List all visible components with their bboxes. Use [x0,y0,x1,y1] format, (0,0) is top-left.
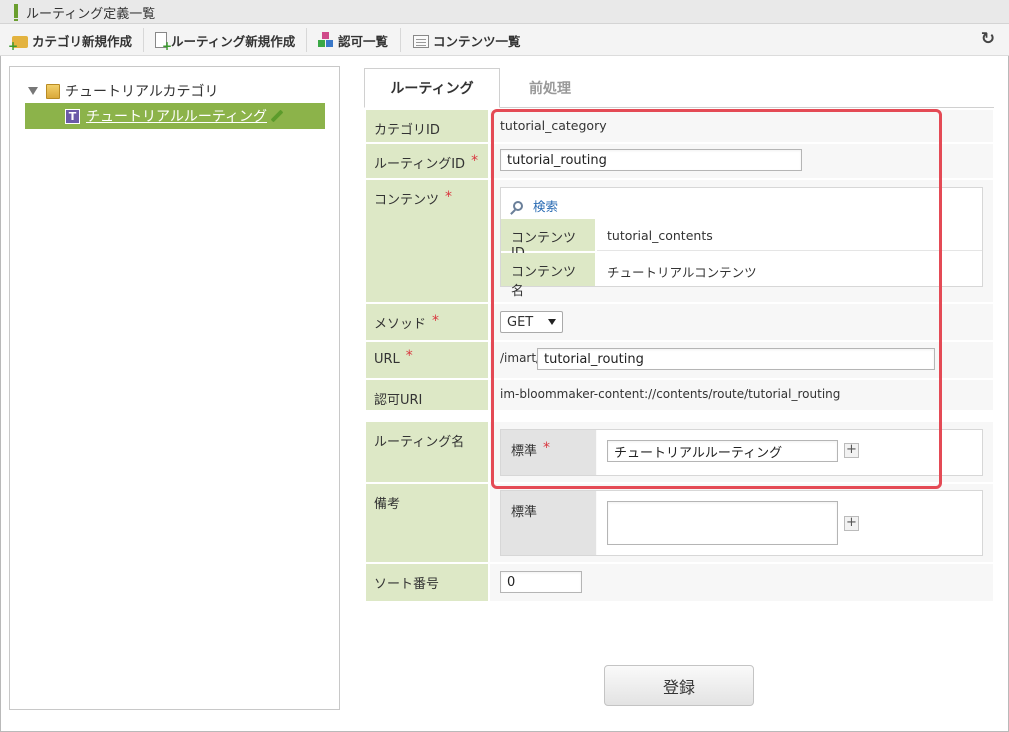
contents-panel: 検索 コンテンツID tutorial_contents コンテンツ名 チュート… [500,187,983,299]
toolbar-divider [143,28,144,52]
routing-name-standard-cell: + [597,430,982,475]
required-mark: * [432,313,440,329]
routing-name-standard-label: 標準 * [501,430,596,475]
method-cell: GET [490,304,993,340]
sort-number-label: ソート番号 [366,564,488,601]
new-routing-button[interactable]: ルーティング新規作成 [155,30,296,53]
folder-add-icon [8,36,28,53]
refresh-icon[interactable]: ↻ [981,31,995,48]
contents-list-button[interactable]: コンテンツ一覧 [413,30,521,50]
document-add-icon [155,32,172,53]
tree-expand-icon[interactable] [28,87,38,95]
row-auth-uri: 認可URI im-bloommaker-content://contents/r… [366,380,993,410]
row-category-id: カテゴリID tutorial_category [366,110,993,142]
contents-label: コンテンツ * [366,180,488,302]
search-label: 検索 [533,199,559,214]
authorization-list-button[interactable]: 認可一覧 [318,30,388,50]
row-routing-id: ルーティングID * [366,144,993,178]
row-method: メソッド * GET [366,304,993,340]
remarks-locale-table: 標準 + [500,490,983,556]
method-selected-value: GET [507,314,534,330]
contents-name-cell: チュートリアルコンテンツ [597,253,982,286]
new-category-button[interactable]: カテゴリ新規作成 [8,30,133,54]
category-id-label: カテゴリID [366,110,488,142]
dropdown-caret-icon [548,319,556,325]
url-cell: /imart/ [490,342,993,378]
row-contents: コンテンツ* 検索 コンテンツID tutorial_contents コンテン… [366,180,993,302]
blocks-icon [318,32,334,48]
sort-number-cell [490,564,993,601]
toolbar-divider [400,28,401,52]
toolbar-divider [306,28,307,52]
url-input[interactable] [537,348,935,370]
remarks-label: 備考 [366,484,488,562]
contents-search-link[interactable]: 検索 [513,196,558,215]
remarks-standard-label: 標準 [501,491,596,555]
required-mark: * [445,189,453,205]
remarks-textarea[interactable] [607,501,838,545]
tab-bar: ルーティング 前処理 [364,68,994,108]
list-icon [413,34,429,48]
new-category-label: カテゴリ新規作成 [32,33,133,49]
contents-id-label: コンテンツID [501,219,595,261]
auth-uri-value: im-bloommaker-content://contents/route/t… [500,387,841,401]
contents-list-label: コンテンツ一覧 [433,33,521,49]
url-label: URL * [366,342,488,378]
remarks-standard-cell: + [597,491,982,555]
tab-preprocess[interactable]: 前処理 [500,68,600,108]
authorization-list-label: 認可一覧 [338,33,389,49]
routing-id-input[interactable] [500,149,802,171]
tree-routing-label[interactable]: チュートリアルルーティング [86,106,267,126]
category-id-value: tutorial_category [500,118,607,133]
routing-name-locale-table: 標準* + [500,429,983,476]
contents-cell: 検索 コンテンツID tutorial_contents コンテンツ名 チュート… [490,180,993,302]
remarks-cell: 標準 + [490,484,993,562]
register-button[interactable]: 登録 [604,665,754,706]
method-select[interactable]: GET [500,311,563,333]
auth-uri-label: 認可URI [366,380,488,410]
row-url: URL * /imart/ [366,342,993,378]
contents-id-cell: tutorial_contents [597,219,982,251]
folder-icon [46,83,60,99]
contents-name-label: コンテンツ名 [501,253,595,299]
tree-node-routing-selected[interactable]: T チュートリアルルーティング [25,103,325,129]
required-mark: * [543,440,551,456]
search-icon [513,200,523,211]
add-locale-button[interactable]: + [844,443,859,458]
row-routing-name: ルーティング名 標準* + [366,422,993,482]
auth-uri-cell: im-bloommaker-content://contents/route/t… [490,380,993,410]
routing-type-icon: T [65,108,80,124]
sort-number-input[interactable] [500,571,582,593]
title-marker-icon [14,4,18,21]
tab-routing[interactable]: ルーティング [364,68,500,108]
add-remarks-locale-button[interactable]: + [844,516,859,531]
routing-id-cell [490,144,993,178]
tree-node-category[interactable]: チュートリアルカテゴリ [28,81,218,101]
url-prefix: /imart/ [500,351,541,365]
new-routing-label: ルーティング新規作成 [171,33,296,49]
method-label: メソッド * [366,304,488,340]
row-sort-number: ソート番号 [366,564,993,601]
contents-id-value: tutorial_contents [607,228,713,243]
toolbar: カテゴリ新規作成 ルーティング新規作成 認可一覧 コンテンツ一覧 ↻ [0,24,1009,56]
routing-id-label: ルーティングID * [366,144,488,178]
tree-category-label: チュートリアルカテゴリ [65,84,219,100]
routing-name-label: ルーティング名 [366,422,488,482]
window-title: ルーティング定義一覧 [26,7,156,22]
contents-name-value: チュートリアルコンテンツ [607,265,757,280]
pencil-icon [270,109,284,123]
category-tree: チュートリアルカテゴリ T チュートリアルルーティング [9,66,340,710]
required-mark: * [405,348,413,364]
category-id-cell: tutorial_category [490,110,993,142]
routing-name-input[interactable] [607,440,838,462]
row-remarks: 備考 標準 + [366,484,993,562]
required-mark: * [471,153,479,169]
routing-name-cell: 標準* + [490,422,993,482]
title-bar: ルーティング定義一覧 [0,0,1009,24]
